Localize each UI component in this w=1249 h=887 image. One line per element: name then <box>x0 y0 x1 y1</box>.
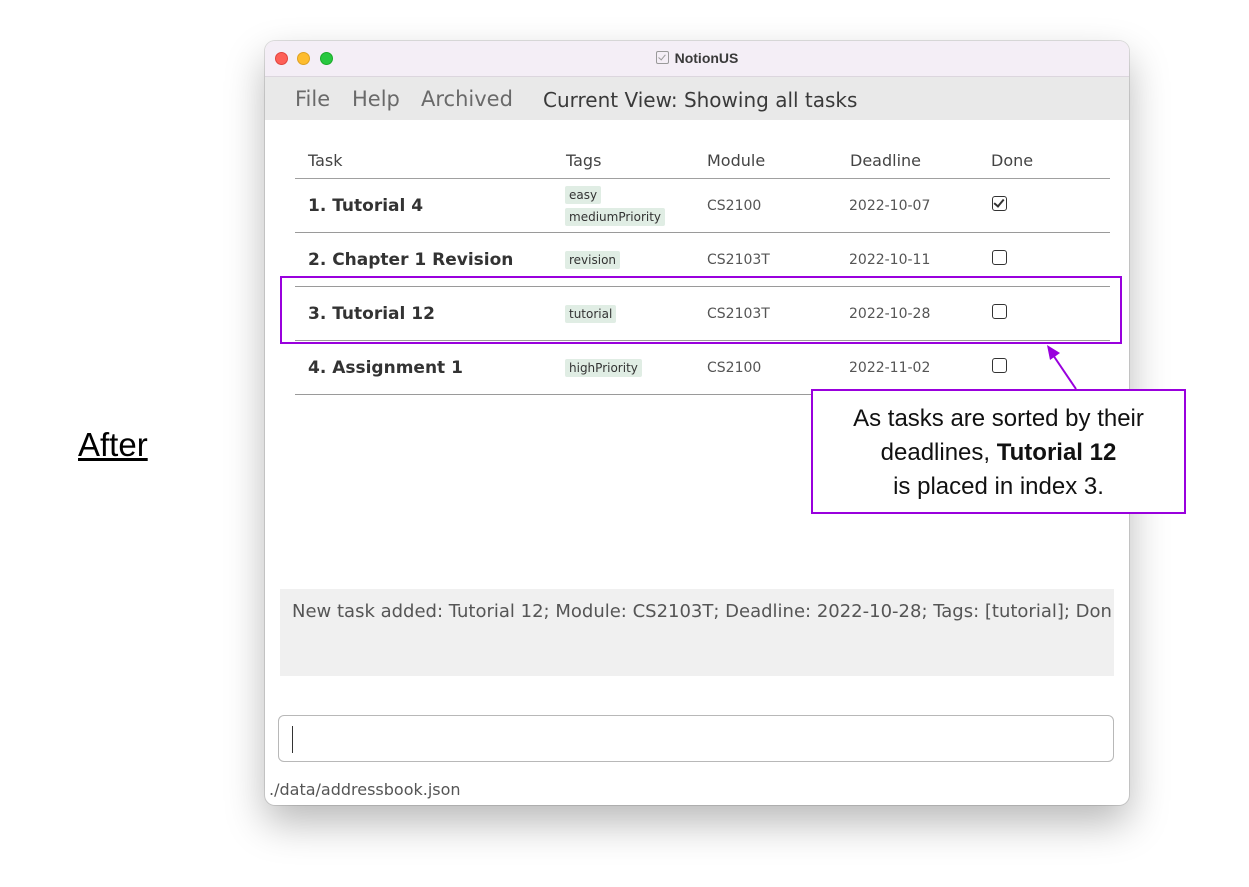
task-deadline: 2022-10-11 <box>849 252 931 268</box>
menu-help[interactable]: Help <box>352 87 400 111</box>
result-message: New task added: Tutorial 12; Module: CS2… <box>292 601 1112 622</box>
task-table-header: Task Tags Module Deadline Done <box>295 141 1110 179</box>
current-view-label: Current View: Showing all tasks <box>543 88 858 112</box>
task-row[interactable]: 4. Assignment 1 highPriority CS2100 2022… <box>295 341 1110 395</box>
title-bar: NotionUS <box>265 41 1129 77</box>
callout-line-1: As tasks are sorted by their <box>853 405 1144 432</box>
header-deadline: Deadline <box>850 151 921 170</box>
done-checkbox[interactable] <box>992 196 1007 211</box>
task-module: CS2103T <box>707 252 770 268</box>
callout-line-3: is placed in index 3. <box>893 473 1104 500</box>
task-name: 2. Chapter 1 Revision <box>308 250 514 270</box>
task-tags: highPriority <box>565 341 642 394</box>
task-module: CS2100 <box>707 198 762 214</box>
task-table: Task Tags Module Deadline Done 1. Tutori… <box>295 141 1110 395</box>
header-task: Task <box>308 151 343 170</box>
task-deadline: 2022-11-02 <box>849 360 931 376</box>
callout-line-2: deadlines, Tutorial 12 <box>813 436 1184 470</box>
done-checkbox[interactable] <box>992 250 1007 265</box>
command-input[interactable] <box>289 724 1093 754</box>
command-box[interactable] <box>278 715 1114 762</box>
task-tags: easy mediumPriority <box>565 179 666 232</box>
tag-badge: revision <box>565 250 621 269</box>
status-bar-path: ./data/addressbook.json <box>269 780 461 799</box>
window-title: NotionUS <box>674 50 739 66</box>
callout-line-2-prefix: deadlines, <box>880 439 997 466</box>
task-module: CS2100 <box>707 360 762 376</box>
annotation-callout: As tasks are sorted by their deadlines, … <box>811 389 1186 514</box>
menu-file[interactable]: File <box>295 87 330 111</box>
menu-bar: File Help Archived Current View: Showing… <box>265 77 1129 120</box>
app-checkbox-icon <box>655 51 669 64</box>
highlight-row-box <box>280 276 1122 344</box>
task-row[interactable]: 1. Tutorial 4 easy mediumPriority CS2100… <box>295 179 1110 233</box>
tag-badge: highPriority <box>565 358 642 377</box>
tag-badge: easy <box>565 185 602 204</box>
callout-bold-task: Tutorial 12 <box>996 439 1117 466</box>
tag-badge: mediumPriority <box>565 207 666 226</box>
done-checkbox[interactable] <box>992 358 1007 373</box>
header-done: Done <box>991 151 1034 170</box>
header-tags: Tags <box>566 151 602 170</box>
task-deadline: 2022-10-07 <box>849 198 931 214</box>
window-title-group: NotionUS <box>265 50 1129 66</box>
slide-label-after: After <box>78 426 148 463</box>
result-display[interactable]: New task added: Tutorial 12; Module: CS2… <box>280 589 1114 676</box>
task-name: 4. Assignment 1 <box>308 358 463 378</box>
menu-archived[interactable]: Archived <box>421 87 513 111</box>
header-module: Module <box>707 151 766 170</box>
task-name: 1. Tutorial 4 <box>308 196 424 216</box>
